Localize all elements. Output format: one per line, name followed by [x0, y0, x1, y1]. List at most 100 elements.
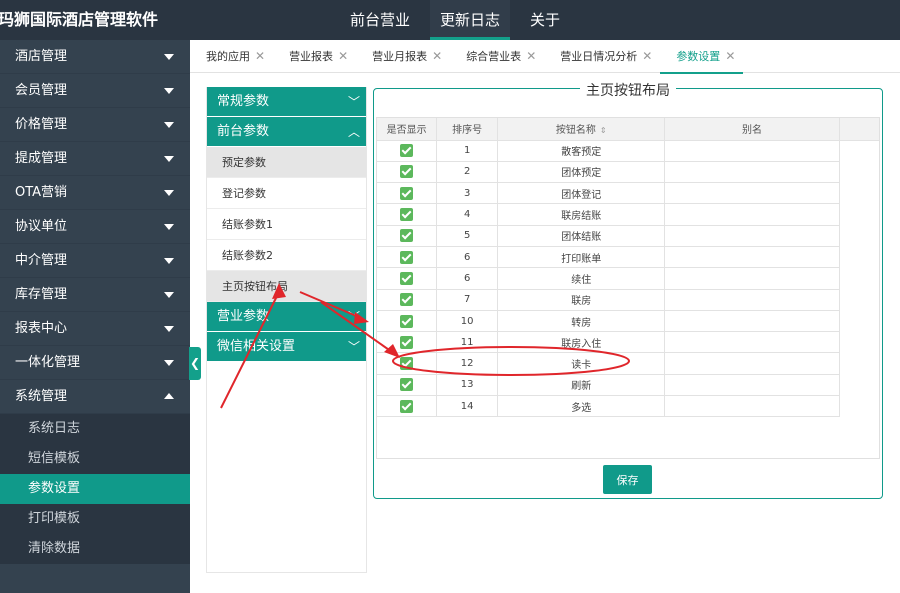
close-icon[interactable]: ✕ — [338, 49, 348, 63]
alias-cell[interactable] — [664, 161, 840, 184]
alias-cell[interactable] — [664, 395, 840, 418]
topnav-frontdesk[interactable]: 前台营业 — [340, 0, 420, 40]
show-checkbox[interactable] — [400, 314, 414, 328]
sidebar-item-reports[interactable]: 报表中心 — [0, 312, 190, 346]
order-cell[interactable]: 3 — [436, 182, 499, 205]
sort-icon[interactable]: ⇕ — [600, 126, 607, 135]
section-frontdesk-params[interactable]: 前台参数 ︿ — [207, 117, 366, 147]
order-cell[interactable]: 10 — [436, 310, 499, 333]
chevron-down-icon: ﹀ — [347, 340, 360, 354]
section-wechat-settings[interactable]: 微信相关设置 ﹀ — [207, 332, 366, 362]
order-cell[interactable]: 2 — [436, 161, 499, 184]
submenu-item-sms-template[interactable]: 短信模板 — [0, 444, 190, 474]
table-row[interactable]: 10 转房 — [377, 310, 879, 333]
section-business-params[interactable]: 营业参数 ﹀ — [207, 302, 366, 332]
sidebar-item-price[interactable]: 价格管理 — [0, 108, 190, 142]
show-checkbox[interactable] — [400, 271, 414, 285]
sidebar-item-commission[interactable]: 提成管理 — [0, 142, 190, 176]
param-item-checkout2[interactable]: 结账参数2 — [207, 240, 366, 271]
alias-cell[interactable] — [664, 267, 840, 290]
sidebar-item-agency[interactable]: 中介管理 — [0, 244, 190, 278]
sidebar-item-inventory[interactable]: 库存管理 — [0, 278, 190, 312]
alias-cell[interactable] — [664, 289, 840, 311]
tab-monthly-report[interactable]: 营业月报表 ✕ — [356, 40, 450, 73]
show-checkbox[interactable] — [400, 165, 414, 179]
table-row[interactable]: 3 团体登记 — [377, 182, 879, 205]
topnav-about[interactable]: 关于 — [520, 0, 570, 40]
order-cell[interactable]: 6 — [436, 246, 499, 269]
show-cell — [377, 182, 438, 205]
close-icon[interactable]: ✕ — [642, 49, 652, 63]
alias-cell[interactable] — [664, 352, 840, 375]
alias-cell[interactable] — [664, 225, 840, 247]
table-row[interactable]: 5 团体结账 — [377, 225, 879, 247]
sidebar-item-system[interactable]: 系统管理 — [0, 380, 190, 414]
show-checkbox[interactable] — [400, 335, 414, 349]
tab-summary-report[interactable]: 综合营业表 ✕ — [450, 40, 544, 73]
tab-param-settings[interactable]: 参数设置 ✕ — [660, 40, 744, 74]
submenu-item-params[interactable]: 参数设置 — [0, 474, 190, 504]
table-row[interactable]: 6 续住 — [377, 267, 879, 290]
sidebar-collapse-handle[interactable]: ❮ — [189, 347, 201, 380]
table-row[interactable]: 12 读卡 — [377, 352, 879, 375]
show-checkbox[interactable] — [400, 293, 414, 307]
order-cell[interactable]: 13 — [436, 374, 499, 397]
alias-cell[interactable] — [664, 310, 840, 333]
order-cell[interactable]: 4 — [436, 203, 499, 226]
alias-cell[interactable] — [664, 182, 840, 205]
show-checkbox[interactable] — [400, 229, 414, 243]
submenu-item-syslog[interactable]: 系统日志 — [0, 414, 190, 444]
alias-cell[interactable] — [664, 203, 840, 226]
submenu-item-print-template[interactable]: 打印模板 — [0, 504, 190, 534]
tab-business-report[interactable]: 营业报表 ✕ — [273, 40, 356, 73]
show-checkbox[interactable] — [400, 378, 414, 392]
table-row[interactable]: 13 刷新 — [377, 374, 879, 397]
submenu-item-clear-data[interactable]: 清除数据 — [0, 534, 190, 564]
table-row[interactable]: 14 多选 — [377, 395, 879, 418]
alias-cell[interactable] — [664, 374, 840, 397]
table-row[interactable]: 2 团体预定 — [377, 161, 879, 184]
sidebar-item-integration[interactable]: 一体化管理 — [0, 346, 190, 380]
order-cell[interactable]: 11 — [436, 331, 499, 354]
section-general-params[interactable]: 常规参数 ﹀ — [207, 87, 366, 117]
order-cell[interactable]: 1 — [436, 140, 499, 162]
table-row[interactable]: 6 打印账单 — [377, 246, 879, 269]
sidebar-item-agreement[interactable]: 协议单位 — [0, 210, 190, 244]
order-cell[interactable]: 12 — [436, 352, 499, 375]
alias-cell[interactable] — [664, 246, 840, 269]
topnav-changelog[interactable]: 更新日志 — [430, 0, 511, 40]
order-cell[interactable]: 5 — [436, 225, 499, 247]
order-cell[interactable]: 7 — [436, 289, 499, 311]
show-checkbox[interactable] — [400, 208, 414, 222]
close-icon[interactable]: ✕ — [255, 49, 265, 63]
table-row[interactable]: 4 联房结账 — [377, 203, 879, 226]
show-checkbox[interactable] — [400, 250, 414, 264]
param-item-home-button-layout[interactable]: 主页按钮布局 — [207, 271, 366, 302]
tab-my-apps[interactable]: 我的应用 ✕ — [190, 40, 273, 73]
sidebar-item-member[interactable]: 会员管理 — [0, 74, 190, 108]
button-name-cell: 联房 — [497, 289, 666, 311]
show-checkbox[interactable] — [400, 186, 414, 200]
order-cell[interactable]: 6 — [436, 267, 499, 290]
show-checkbox[interactable] — [400, 399, 414, 413]
table-row[interactable]: 11 联房入住 — [377, 331, 879, 354]
alias-cell[interactable] — [664, 140, 840, 162]
chevron-down-icon — [164, 258, 174, 264]
close-icon[interactable]: ✕ — [526, 49, 536, 63]
param-item-booking[interactable]: 预定参数 — [207, 147, 366, 178]
tab-daily-analysis[interactable]: 营业日情况分析 ✕ — [544, 40, 660, 73]
close-icon[interactable]: ✕ — [432, 49, 442, 63]
close-icon[interactable]: ✕ — [725, 49, 735, 63]
sidebar-item-ota[interactable]: OTA营销 — [0, 176, 190, 210]
table-row[interactable]: 1 散客预定 — [377, 140, 879, 162]
sidebar-item-hotel[interactable]: 酒店管理 — [0, 40, 190, 74]
save-button[interactable]: 保存 — [603, 465, 652, 494]
order-cell[interactable]: 14 — [436, 395, 499, 418]
table-row[interactable]: 7 联房 — [377, 289, 879, 311]
alias-cell[interactable] — [664, 331, 840, 354]
param-item-checkout1[interactable]: 结账参数1 — [207, 209, 366, 240]
show-checkbox[interactable] — [400, 357, 414, 371]
col-name[interactable]: 按钮名称 ⇕ — [497, 118, 666, 141]
show-checkbox[interactable] — [400, 144, 414, 158]
param-item-checkin[interactable]: 登记参数 — [207, 178, 366, 209]
